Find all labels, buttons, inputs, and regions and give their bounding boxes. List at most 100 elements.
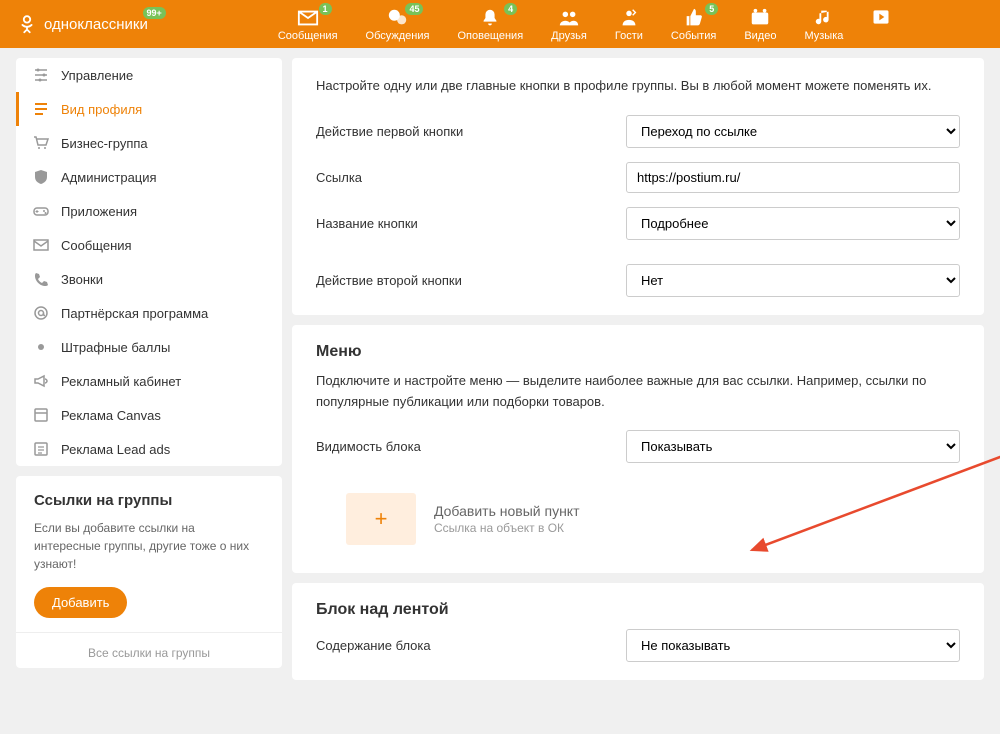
sidebar-item-label: Партнёрская программа — [61, 306, 208, 321]
sidebar-item-apps[interactable]: Приложения — [16, 194, 282, 228]
nav-badge: 45 — [405, 3, 423, 15]
nav-badge: 4 — [504, 3, 517, 15]
sidebar-item-partner[interactable]: Партнёрская программа — [16, 296, 282, 330]
sliders-icon — [33, 67, 49, 83]
sidebar-item-canvas[interactable]: Реклама Canvas — [16, 398, 282, 432]
sidebar-item-label: Реклама Canvas — [61, 408, 161, 423]
list-icon — [33, 101, 49, 117]
friends-icon — [558, 7, 580, 29]
form-label: Действие первой кнопки — [316, 124, 626, 139]
sidebar-item-profile-view[interactable]: Вид профиля — [16, 92, 282, 126]
nav-video[interactable]: Видео — [744, 7, 776, 42]
shield-icon — [33, 169, 49, 185]
all-links-link[interactable]: Все ссылки на группы — [88, 646, 210, 660]
app-header: одноклассники 99+ 1 Сообщения 45 Обсужде… — [0, 0, 1000, 48]
nav-label: Оповещения — [457, 30, 523, 42]
logo-icon — [16, 13, 38, 35]
section-title: Блок над лентой — [316, 601, 960, 619]
button1-action-select[interactable]: Переход по ссылке — [626, 115, 960, 148]
sidebar-item-label: Управление — [61, 68, 133, 83]
sidebar-item-label: Вид профиля — [61, 102, 142, 117]
nav-badge: 1 — [319, 3, 332, 15]
gamepad-icon — [33, 203, 49, 219]
menu-add-item[interactable]: + Добавить новый пункт Ссылка на объект … — [316, 483, 960, 555]
form-label: Содержание блока — [316, 638, 626, 653]
menu-visibility-select[interactable]: Показывать — [626, 430, 960, 463]
form-label: Название кнопки — [316, 216, 626, 231]
logo-text: одноклассники — [44, 16, 148, 33]
nav-label: События — [671, 30, 716, 42]
mail-icon — [297, 7, 319, 29]
menu-add-title: Добавить новый пункт — [434, 503, 580, 519]
menu-section: Меню Подключите и настройте меню — выдел… — [292, 325, 984, 574]
section-title: Меню — [316, 343, 960, 361]
section-desc: Подключите и настройте меню — выделите н… — [316, 371, 960, 413]
nav-label: Обсуждения — [366, 30, 430, 42]
sidebar-item-admin[interactable]: Администрация — [16, 160, 282, 194]
sidebar-item-messages[interactable]: Сообщения — [16, 228, 282, 262]
links-title: Ссылки на группы — [34, 492, 264, 509]
nav-guests[interactable]: Гости — [615, 7, 643, 42]
thumbs-up-icon — [683, 7, 705, 29]
button2-action-select[interactable]: Нет — [626, 264, 960, 297]
phone-icon — [33, 271, 49, 287]
nav-friends[interactable]: Друзья — [551, 7, 587, 42]
sidebar-item-ads[interactable]: Рекламный кабинет — [16, 364, 282, 398]
bell-icon — [479, 7, 501, 29]
sidebar-item-business[interactable]: Бизнес-группа — [16, 126, 282, 160]
links-footer: Все ссылки на группы — [16, 632, 282, 664]
sidebar-item-label: Сообщения — [61, 238, 132, 253]
nav-notifications[interactable]: 4 Оповещения — [457, 7, 523, 42]
sidebar-menu: Управление Вид профиля Бизнес-группа Адм… — [16, 58, 282, 466]
nav-discussions[interactable]: 45 Обсуждения — [366, 7, 430, 42]
form-icon — [33, 441, 49, 457]
sidebar-item-calls[interactable]: Звонки — [16, 262, 282, 296]
sidebar-item-label: Реклама Lead ads — [61, 442, 170, 457]
nav-label: Гости — [615, 30, 643, 42]
sidebar-item-management[interactable]: Управление — [16, 58, 282, 92]
feed-block-section: Блок над лентой Содержание блока Не пока… — [292, 583, 984, 680]
buttons-section: Настройте одну или две главные кнопки в … — [292, 58, 984, 315]
nav-label: Сообщения — [278, 30, 338, 42]
sidebar-item-label: Приложения — [61, 204, 137, 219]
music-icon — [813, 7, 835, 29]
sidebar-item-label: Звонки — [61, 272, 103, 287]
play-icon — [871, 7, 891, 27]
nav-music[interactable]: Музыка — [804, 7, 843, 42]
sidebar-item-label: Бизнес-группа — [61, 136, 148, 151]
feed-block-content-select[interactable]: Не показывать — [626, 629, 960, 662]
form-label: Действие второй кнопки — [316, 273, 626, 288]
nav-events[interactable]: 5 События — [671, 7, 716, 42]
layout-icon — [33, 407, 49, 423]
logo[interactable]: одноклассники 99+ — [16, 13, 148, 35]
nav-badge: 5 — [705, 3, 718, 15]
plus-icon[interactable]: + — [346, 493, 416, 545]
nav-messages[interactable]: 1 Сообщения — [278, 7, 338, 42]
megaphone-icon — [33, 373, 49, 389]
at-icon — [33, 305, 49, 321]
top-nav: 1 Сообщения 45 Обсуждения 4 Оповещения Д… — [278, 7, 892, 42]
links-panel: Ссылки на группы Если вы добавите ссылки… — [16, 476, 282, 668]
main-content: Настройте одну или две главные кнопки в … — [292, 58, 984, 690]
add-link-button[interactable]: Добавить — [34, 587, 127, 618]
video-icon — [749, 7, 771, 29]
nav-label: Видео — [744, 30, 776, 42]
cart-icon — [33, 135, 49, 151]
sidebar-item-leadads[interactable]: Реклама Lead ads — [16, 432, 282, 466]
form-label: Ссылка — [316, 170, 626, 185]
nav-label: Музыка — [804, 30, 843, 42]
menu-add-subtitle: Ссылка на объект в ОК — [434, 521, 580, 535]
section-desc: Настройте одну или две главные кнопки в … — [316, 76, 960, 97]
button1-link-input[interactable] — [626, 162, 960, 193]
nav-label: Друзья — [551, 30, 587, 42]
nav-play[interactable] — [871, 7, 891, 42]
links-desc: Если вы добавите ссылки на интересные гр… — [34, 519, 264, 573]
dot-icon — [33, 339, 49, 355]
form-label: Видимость блока — [316, 439, 626, 454]
guests-icon — [618, 7, 640, 29]
sidebar-item-label: Рекламный кабинет — [61, 374, 181, 389]
sidebar-item-penalty[interactable]: Штрафные баллы — [16, 330, 282, 364]
button1-name-select[interactable]: Подробнее — [626, 207, 960, 240]
logo-badge: 99+ — [143, 7, 166, 19]
sidebar: Управление Вид профиля Бизнес-группа Адм… — [16, 58, 282, 690]
